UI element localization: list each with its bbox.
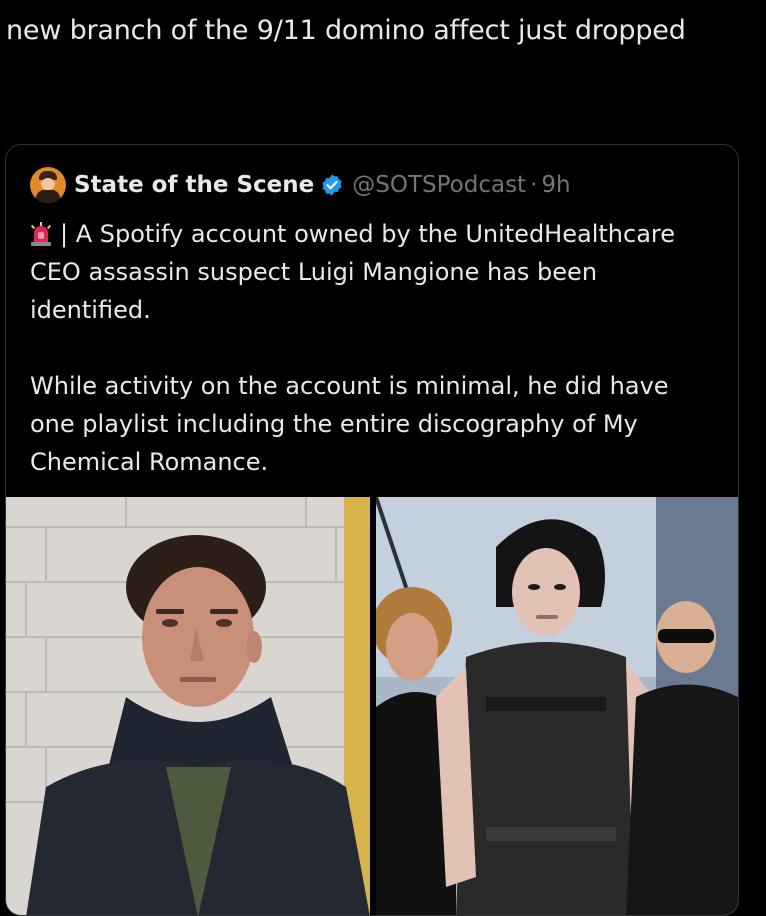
quoted-post-paragraph-2: While activity on the account is minimal… [30,372,669,476]
author-display-name[interactable]: State of the Scene [74,172,314,198]
separator-dot: · [530,172,538,198]
photo-right[interactable] [376,497,738,915]
quoted-post-paragraph-1: | A Spotify account owned by the UnitedH… [30,215,720,329]
author-handle[interactable]: @SOTSPodcast [352,172,526,198]
siren-emoji-icon [30,222,52,246]
media-grid [6,497,738,915]
quoted-post-body: | A Spotify account owned by the UnitedH… [30,215,720,481]
verified-badge-icon [322,174,342,196]
photo-left[interactable] [6,497,370,915]
avatar-icon[interactable] [30,167,66,203]
quoted-post-paragraph-1-text: | A Spotify account owned by the UnitedH… [30,220,675,324]
post-text: new branch of the 9/11 domino affect jus… [6,15,686,46]
post-timestamp[interactable]: 9h [541,172,570,198]
quoted-post-card[interactable]: State of the Scene @SOTSPodcast · 9h | A… [5,144,739,916]
quoted-post-header: State of the Scene @SOTSPodcast · 9h [30,167,571,203]
